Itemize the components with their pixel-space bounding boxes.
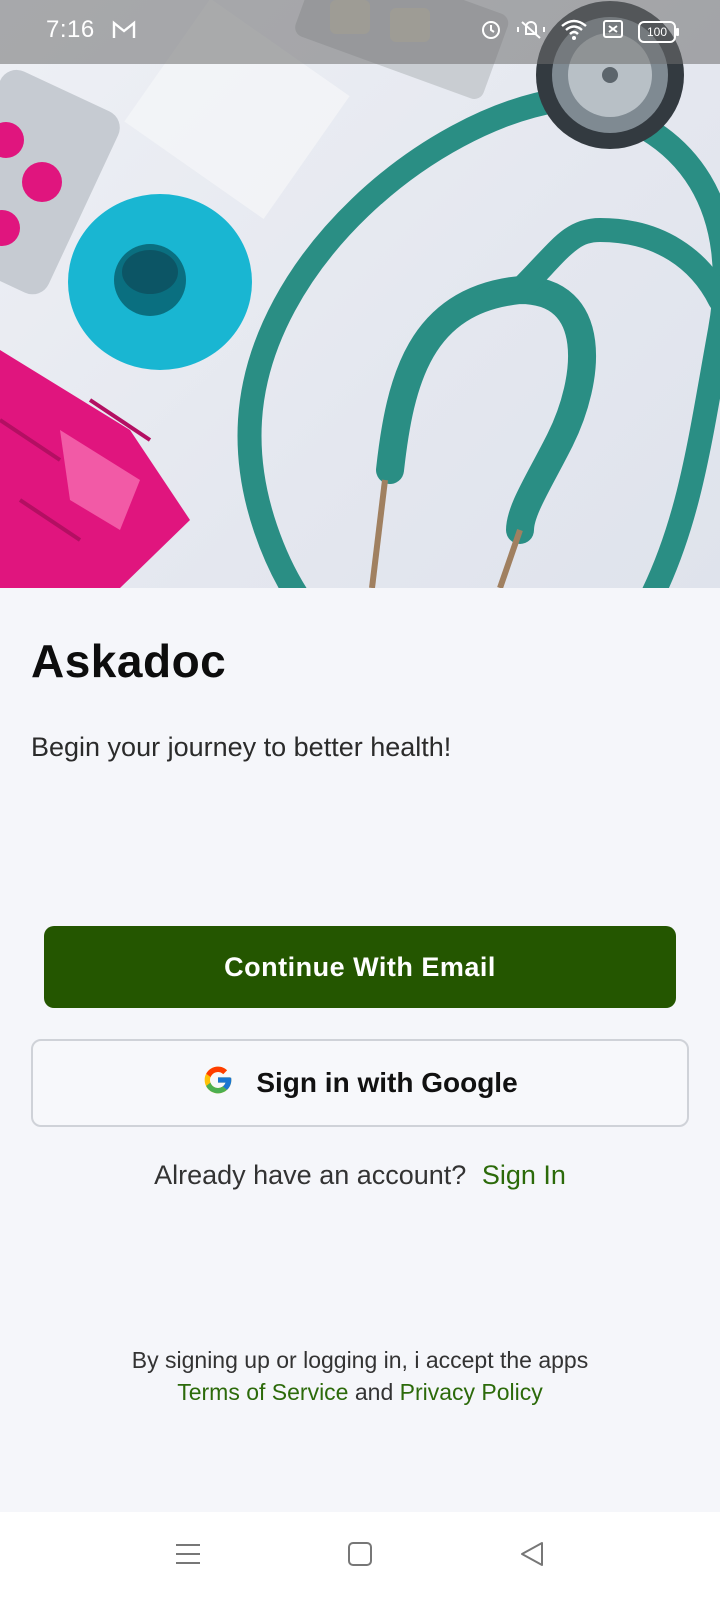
legal-text: By signing up or logging in, i accept th… xyxy=(131,1347,589,1373)
mute-icon xyxy=(516,18,546,45)
wifi-icon xyxy=(560,18,588,45)
sign-in-link[interactable]: Sign In xyxy=(482,1160,566,1190)
continue-with-email-button[interactable]: Continue With Email xyxy=(44,926,676,1008)
sim-off-icon xyxy=(602,18,624,45)
status-bar: 7:16 100 xyxy=(0,0,720,64)
legal-notice: By signing up or logging in, i accept th… xyxy=(0,1344,720,1408)
google-button-label: Sign in with Google xyxy=(256,1067,518,1098)
google-icon xyxy=(202,1064,234,1103)
legal-and-text: and xyxy=(354,1379,394,1405)
system-nav-bar xyxy=(0,1512,720,1600)
app-subtitle: Begin your journey to better health! xyxy=(31,732,452,762)
battery-icon: 100 xyxy=(638,20,679,43)
back-icon[interactable] xyxy=(518,1540,546,1573)
menu-icon[interactable] xyxy=(174,1540,202,1573)
home-icon[interactable] xyxy=(346,1540,374,1573)
privacy-policy-link[interactable]: Privacy Policy xyxy=(400,1379,543,1405)
account-prompt-row: Already have an account? Sign In xyxy=(0,1160,720,1191)
status-time: 7:16 xyxy=(46,16,95,43)
sign-in-with-google-button[interactable]: Sign in with Google xyxy=(31,1039,689,1127)
gmail-icon xyxy=(112,20,136,45)
hero-image xyxy=(0,0,720,588)
account-prompt-text: Already have an account? xyxy=(154,1160,467,1190)
app-title: Askadoc xyxy=(31,635,227,687)
medical-illustration xyxy=(0,0,720,588)
terms-of-service-link[interactable]: Terms of Service xyxy=(177,1379,348,1405)
alarm-icon xyxy=(480,18,502,45)
